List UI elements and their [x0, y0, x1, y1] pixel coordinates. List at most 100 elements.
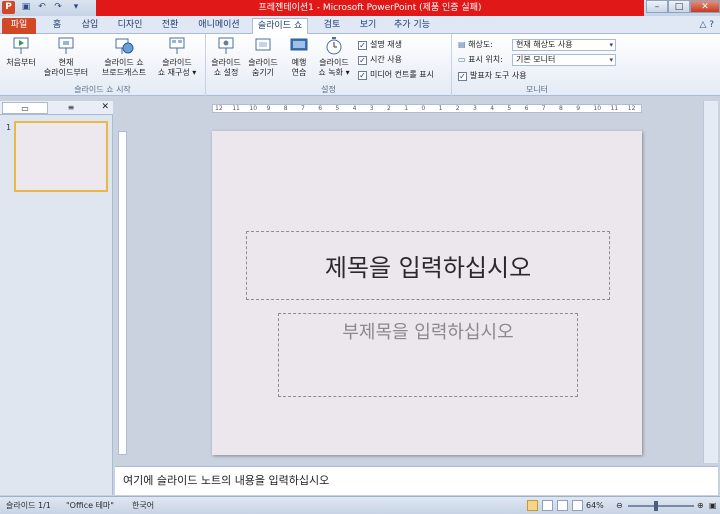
ruler-tick: 4: [490, 105, 495, 112]
redo-icon[interactable]: ↷: [52, 2, 64, 13]
slide-counter: 슬라이드 1/1: [6, 501, 51, 510]
resolution-label: ▤ 해상도:: [458, 40, 493, 49]
ruler-tick: 6: [318, 105, 323, 112]
title-placeholder[interactable]: 제목을 입력하십시오: [246, 231, 610, 300]
slide-sorter-icon[interactable]: [542, 500, 553, 511]
zoom-out-icon[interactable]: ⊖: [616, 498, 623, 514]
show-on-label: ▭ 표시 위치:: [458, 55, 503, 64]
ruler-tick: 9: [576, 105, 581, 112]
broadcast-globe-icon: [115, 38, 134, 54]
setup-projector-icon: [218, 37, 234, 54]
chevron-down-icon: ▾: [609, 41, 613, 49]
tab-file[interactable]: 파일: [2, 18, 36, 34]
reading-view-icon[interactable]: [557, 500, 568, 511]
ruler-tick: 1: [404, 105, 409, 112]
ribbon-tabs: 파일 홈 삽입 디자인 전환 애니메이션 슬라이드 쇼 검토 보기 추가 기능 …: [0, 16, 720, 35]
ruler-tick: 1: [438, 105, 443, 112]
tab-animations[interactable]: 애니메이션: [193, 18, 245, 34]
vertical-scrollbar[interactable]: [703, 101, 718, 463]
tab-view[interactable]: 보기: [354, 18, 382, 34]
save-icon[interactable]: ▣: [20, 2, 32, 13]
ruler-tick: 2: [455, 105, 460, 112]
zoom-slider[interactable]: [628, 505, 694, 507]
fit-to-window-icon[interactable]: ▣: [709, 498, 717, 514]
ruler-tick: 11: [610, 105, 619, 112]
rehearse-screen-icon: [290, 38, 308, 51]
minimize-button[interactable]: –: [646, 0, 668, 13]
slides-panel: ▭ ≡ ✕ 1: [0, 101, 113, 495]
close-icon[interactable]: ✕: [101, 102, 109, 112]
tab-insert[interactable]: 삽입: [76, 18, 104, 34]
play-narrations-checkbox[interactable]: ✓ 설명 재생: [358, 39, 402, 51]
monitor-icon: ▭: [458, 55, 469, 64]
language-indicator[interactable]: 한국어: [132, 498, 154, 514]
broadcast-button[interactable]: 슬라이드 쇼 브로드캐스트: [96, 36, 152, 78]
ruler-tick: 7: [301, 105, 305, 112]
horizontal-ruler: 12 11 10 9 8 7 6 5 4 3 2 1 0 1 2 3 4 5 6 7 8 9 10 11 12: [212, 104, 642, 113]
ruler-tick: 12: [627, 105, 636, 112]
group-monitors: ▤ 해상도: 현재 해상도 사용 ▾ ▭ 표시 위치: 기본 모니터 ▾ ✓ 발표자 …: [452, 34, 622, 96]
tab-design[interactable]: 디자인: [112, 18, 148, 34]
tab-outline[interactable]: ≡: [48, 102, 94, 114]
powerpoint-app-icon[interactable]: P: [2, 1, 15, 14]
undo-icon[interactable]: ↶: [36, 2, 48, 13]
checkbox-checked-icon: ✓: [358, 71, 367, 80]
resolution-dropdown[interactable]: 현재 해상도 사용 ▾: [512, 39, 616, 51]
subtitle-placeholder[interactable]: 부제목을 입력하십시오: [278, 313, 578, 397]
hide-slide-icon: [255, 38, 271, 51]
record-slide-show-button[interactable]: 슬라이드 쇼 녹화 ▾: [314, 36, 354, 78]
setup-slide-show-button[interactable]: 슬라이드 쇼 설정: [208, 36, 244, 78]
vertical-ruler: [118, 131, 127, 455]
notes-pane[interactable]: 여기에 슬라이드 노트의 내용을 입력하십시오: [115, 466, 718, 495]
slide-thumbnail[interactable]: [14, 121, 108, 192]
slides-icon: ▭: [21, 104, 29, 113]
tab-review[interactable]: 검토: [318, 18, 346, 34]
ruler-tick: 11: [232, 105, 240, 112]
ruler-tick: 12: [215, 105, 223, 112]
zoom-slider-thumb[interactable]: [653, 501, 658, 511]
help-icon[interactable]: △ ?: [699, 20, 714, 30]
group-label-start: 슬라이드 쇼 시작: [74, 85, 131, 94]
custom-show-button[interactable]: 슬라이드 쇼 재구성 ▾: [152, 36, 202, 78]
tab-slide-show[interactable]: 슬라이드 쇼: [252, 18, 308, 35]
zoom-level[interactable]: 64%: [586, 498, 604, 514]
slide-show-icon[interactable]: [572, 500, 583, 511]
ruler-tick: 3: [473, 105, 477, 112]
tab-home[interactable]: 홈: [46, 18, 68, 34]
ruler-tick: 10: [249, 105, 258, 112]
from-beginning-button[interactable]: 처음부터: [2, 36, 40, 68]
hide-slide-button[interactable]: 슬라이드 숨기기: [244, 36, 282, 78]
projector-current-icon: [58, 37, 74, 54]
group-label-monitors: 모니터: [525, 85, 549, 94]
panel-tabs: ▭ ≡ ✕: [0, 101, 113, 115]
ruler-tick: 0: [421, 105, 426, 112]
title-bar: P ▣ ↶ ↷ ▾ 프레젠테이션1 - Microsoft PowerPoint…: [0, 0, 720, 16]
show-on-dropdown[interactable]: 기본 모니터 ▾: [512, 54, 616, 66]
slide-canvas[interactable]: 제목을 입력하십시오 부제목을 입력하십시오: [212, 131, 642, 455]
close-button[interactable]: ✕: [690, 0, 720, 13]
group-start-slide-show: 처음부터 현재 슬라이드부터 슬라이드 쇼 브로드캐스트 슬라이드 쇼 재구성 …: [0, 34, 206, 96]
group-label-setup: 설정: [321, 85, 336, 94]
tab-slides-thumbnails[interactable]: ▭: [2, 102, 48, 114]
theme-name: "Office 테마": [66, 501, 114, 510]
tab-add-ins[interactable]: 추가 기능: [390, 18, 434, 34]
use-timings-checkbox[interactable]: ✓ 시간 사용: [358, 54, 402, 66]
presenter-view-checkbox[interactable]: ✓ 발표자 도구 사용: [458, 70, 527, 82]
normal-view-icon[interactable]: [527, 500, 538, 511]
maximize-button[interactable]: □: [668, 0, 690, 13]
ruler-tick: 9: [266, 105, 271, 112]
checkbox-checked-icon: ✓: [358, 56, 367, 65]
rehearse-timings-button[interactable]: 예행 연습: [286, 36, 312, 78]
show-media-controls-checkbox[interactable]: ✓ 미디어 컨트롤 표시: [358, 69, 434, 81]
ruler-tick: 8: [283, 105, 288, 112]
ruler-tick: 2: [387, 105, 391, 112]
from-current-button[interactable]: 현재 슬라이드부터: [40, 36, 92, 78]
ruler-tick: 5: [507, 105, 512, 112]
tab-transitions[interactable]: 전환: [155, 18, 185, 34]
customize-qat-icon[interactable]: ▾: [70, 2, 82, 13]
ruler-tick: 7: [541, 105, 546, 112]
zoom-in-icon[interactable]: ⊕: [697, 498, 704, 514]
checkbox-checked-icon: ✓: [458, 72, 467, 81]
checkbox-checked-icon: ✓: [358, 41, 367, 50]
ruler-tick: 3: [369, 105, 374, 112]
